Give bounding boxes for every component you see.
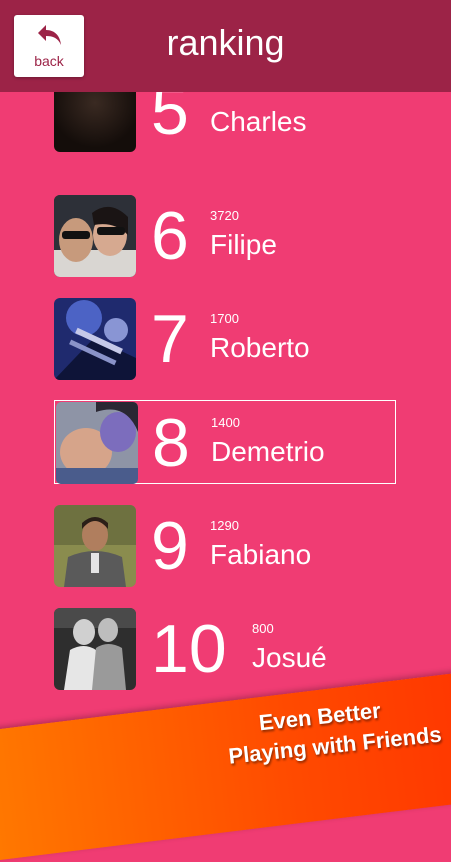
rank-number: 8	[152, 405, 190, 481]
avatar	[56, 402, 138, 484]
photo-roberto	[54, 298, 136, 380]
ranking-row[interactable]: 10 800 Josué	[54, 608, 396, 690]
rank-number: 7	[151, 301, 189, 377]
player-name: Josué	[252, 642, 327, 673]
rank-number: 5	[151, 92, 189, 149]
ranking-row[interactable]: 5 Charles	[54, 92, 396, 152]
ranking-row[interactable]: 7 1700 Roberto	[54, 298, 396, 380]
player-score: 1290	[210, 518, 239, 533]
player-score: 800	[252, 621, 274, 636]
photo-fabiano	[54, 505, 136, 587]
rank-number: 9	[151, 508, 189, 584]
player-name: Fabiano	[210, 539, 312, 570]
avatar	[54, 608, 136, 690]
player-name: Charles	[210, 106, 307, 137]
ranking-row[interactable]: 6 3720 Filipe	[54, 195, 396, 277]
page-title: ranking	[166, 22, 285, 63]
player-score: 3720	[210, 208, 239, 223]
avatar	[54, 92, 136, 152]
ranking-row[interactable]: 9 1290 Fabiano	[54, 505, 396, 587]
rank-number: 10	[151, 611, 227, 687]
header-bar: back ranking	[0, 0, 451, 92]
avatar	[54, 505, 136, 587]
rank-number: 6	[151, 198, 189, 274]
player-name: Roberto	[210, 332, 310, 363]
photo-demetrio	[56, 402, 138, 484]
ranking-row-current-user[interactable]: 8 1400 Demetrio	[54, 400, 396, 484]
photo-filipe	[54, 195, 136, 277]
player-score: 1700	[210, 311, 239, 326]
player-name: Filipe	[210, 229, 277, 260]
avatar	[54, 298, 136, 380]
avatar	[54, 195, 136, 277]
player-score: 1400	[211, 415, 240, 430]
player-name: Demetrio	[211, 436, 325, 467]
photo-josue	[54, 608, 136, 690]
